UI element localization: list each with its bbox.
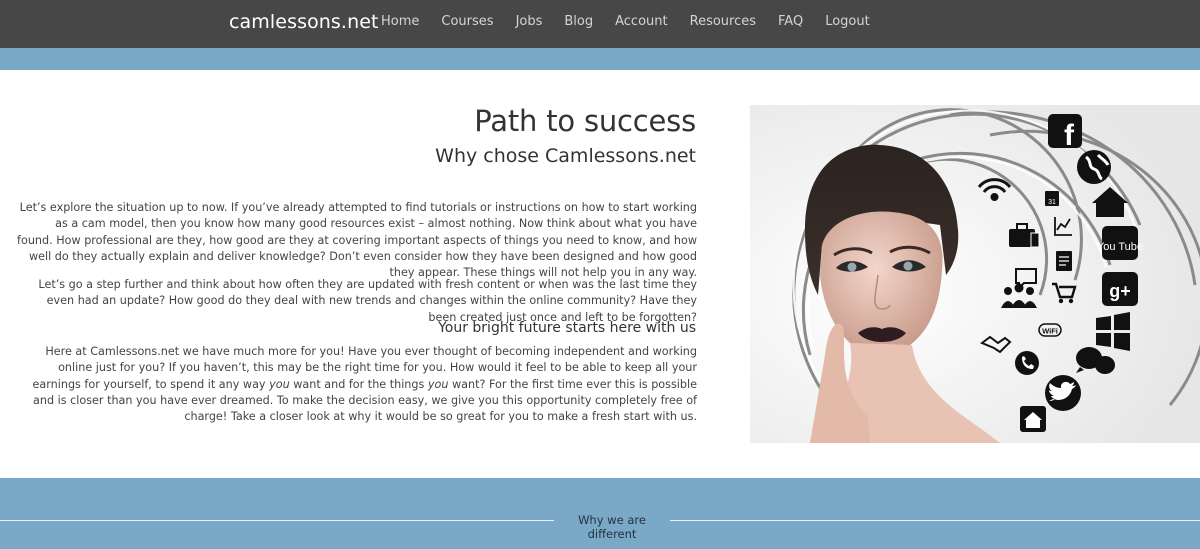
nav-resources[interactable]: Resources xyxy=(690,0,756,48)
facebook-icon: f xyxy=(1048,114,1082,152)
phone-icon xyxy=(1015,351,1039,375)
top-accent-band xyxy=(0,48,1200,70)
nav-logout[interactable]: Logout xyxy=(825,0,870,48)
globe-icon xyxy=(1077,150,1111,184)
nav-blog[interactable]: Blog xyxy=(564,0,593,48)
nav-home[interactable]: Home xyxy=(381,0,419,48)
second-paragraph: Let’s go a step further and think about … xyxy=(38,278,697,324)
nav-jobs[interactable]: Jobs xyxy=(516,0,543,48)
google-plus-icon: g+ xyxy=(1102,272,1138,306)
future-text-2: want and for the things xyxy=(289,377,428,391)
section-heading: Your bright future starts here with us xyxy=(438,320,696,336)
emphasis-you-1: you xyxy=(269,377,290,391)
intro-paragraph: Let’s explore the situation up to now. I… xyxy=(17,201,697,280)
divider-line-right xyxy=(670,520,1200,521)
house-icon xyxy=(1020,406,1046,432)
document-icon xyxy=(1056,251,1072,271)
calendar-icon: 31 xyxy=(1045,191,1059,206)
nav-faq[interactable]: FAQ xyxy=(778,0,803,48)
hero-illustration: f 31 You Tube g+ WiFi xyxy=(750,105,1200,443)
svg-text:WiFi: WiFi xyxy=(1042,327,1058,336)
top-navbar: camlessons.net Home Courses Jobs Blog Ac… xyxy=(0,0,1200,48)
nav-courses[interactable]: Courses xyxy=(441,0,493,48)
nav-account[interactable]: Account xyxy=(615,0,668,48)
svg-text:You Tube: You Tube xyxy=(1097,241,1143,253)
page-title: Path to success xyxy=(474,104,696,138)
svg-text:f: f xyxy=(1064,119,1075,152)
main-nav: Home Courses Jobs Blog Account Resources… xyxy=(381,0,892,48)
section-divider-band: Why we are different xyxy=(0,478,1200,549)
divider-label: Why we are different xyxy=(578,513,646,541)
twitter-icon xyxy=(1045,375,1081,411)
youtube-icon: You Tube xyxy=(1097,226,1143,260)
svg-text:31: 31 xyxy=(1048,199,1056,206)
svg-text:g+: g+ xyxy=(1109,281,1131,301)
emphasis-you-2: you xyxy=(427,377,449,391)
page-subtitle: Why chose Camlessons.net xyxy=(435,145,696,167)
hero-image: f 31 You Tube g+ WiFi xyxy=(750,105,1200,443)
brand-logo[interactable]: camlessons.net xyxy=(229,11,379,33)
divider-line-left xyxy=(0,520,554,521)
future-paragraph: Here at Camlessons.net we have much more… xyxy=(16,344,697,425)
wifi-badge-icon: WiFi xyxy=(1038,323,1062,337)
